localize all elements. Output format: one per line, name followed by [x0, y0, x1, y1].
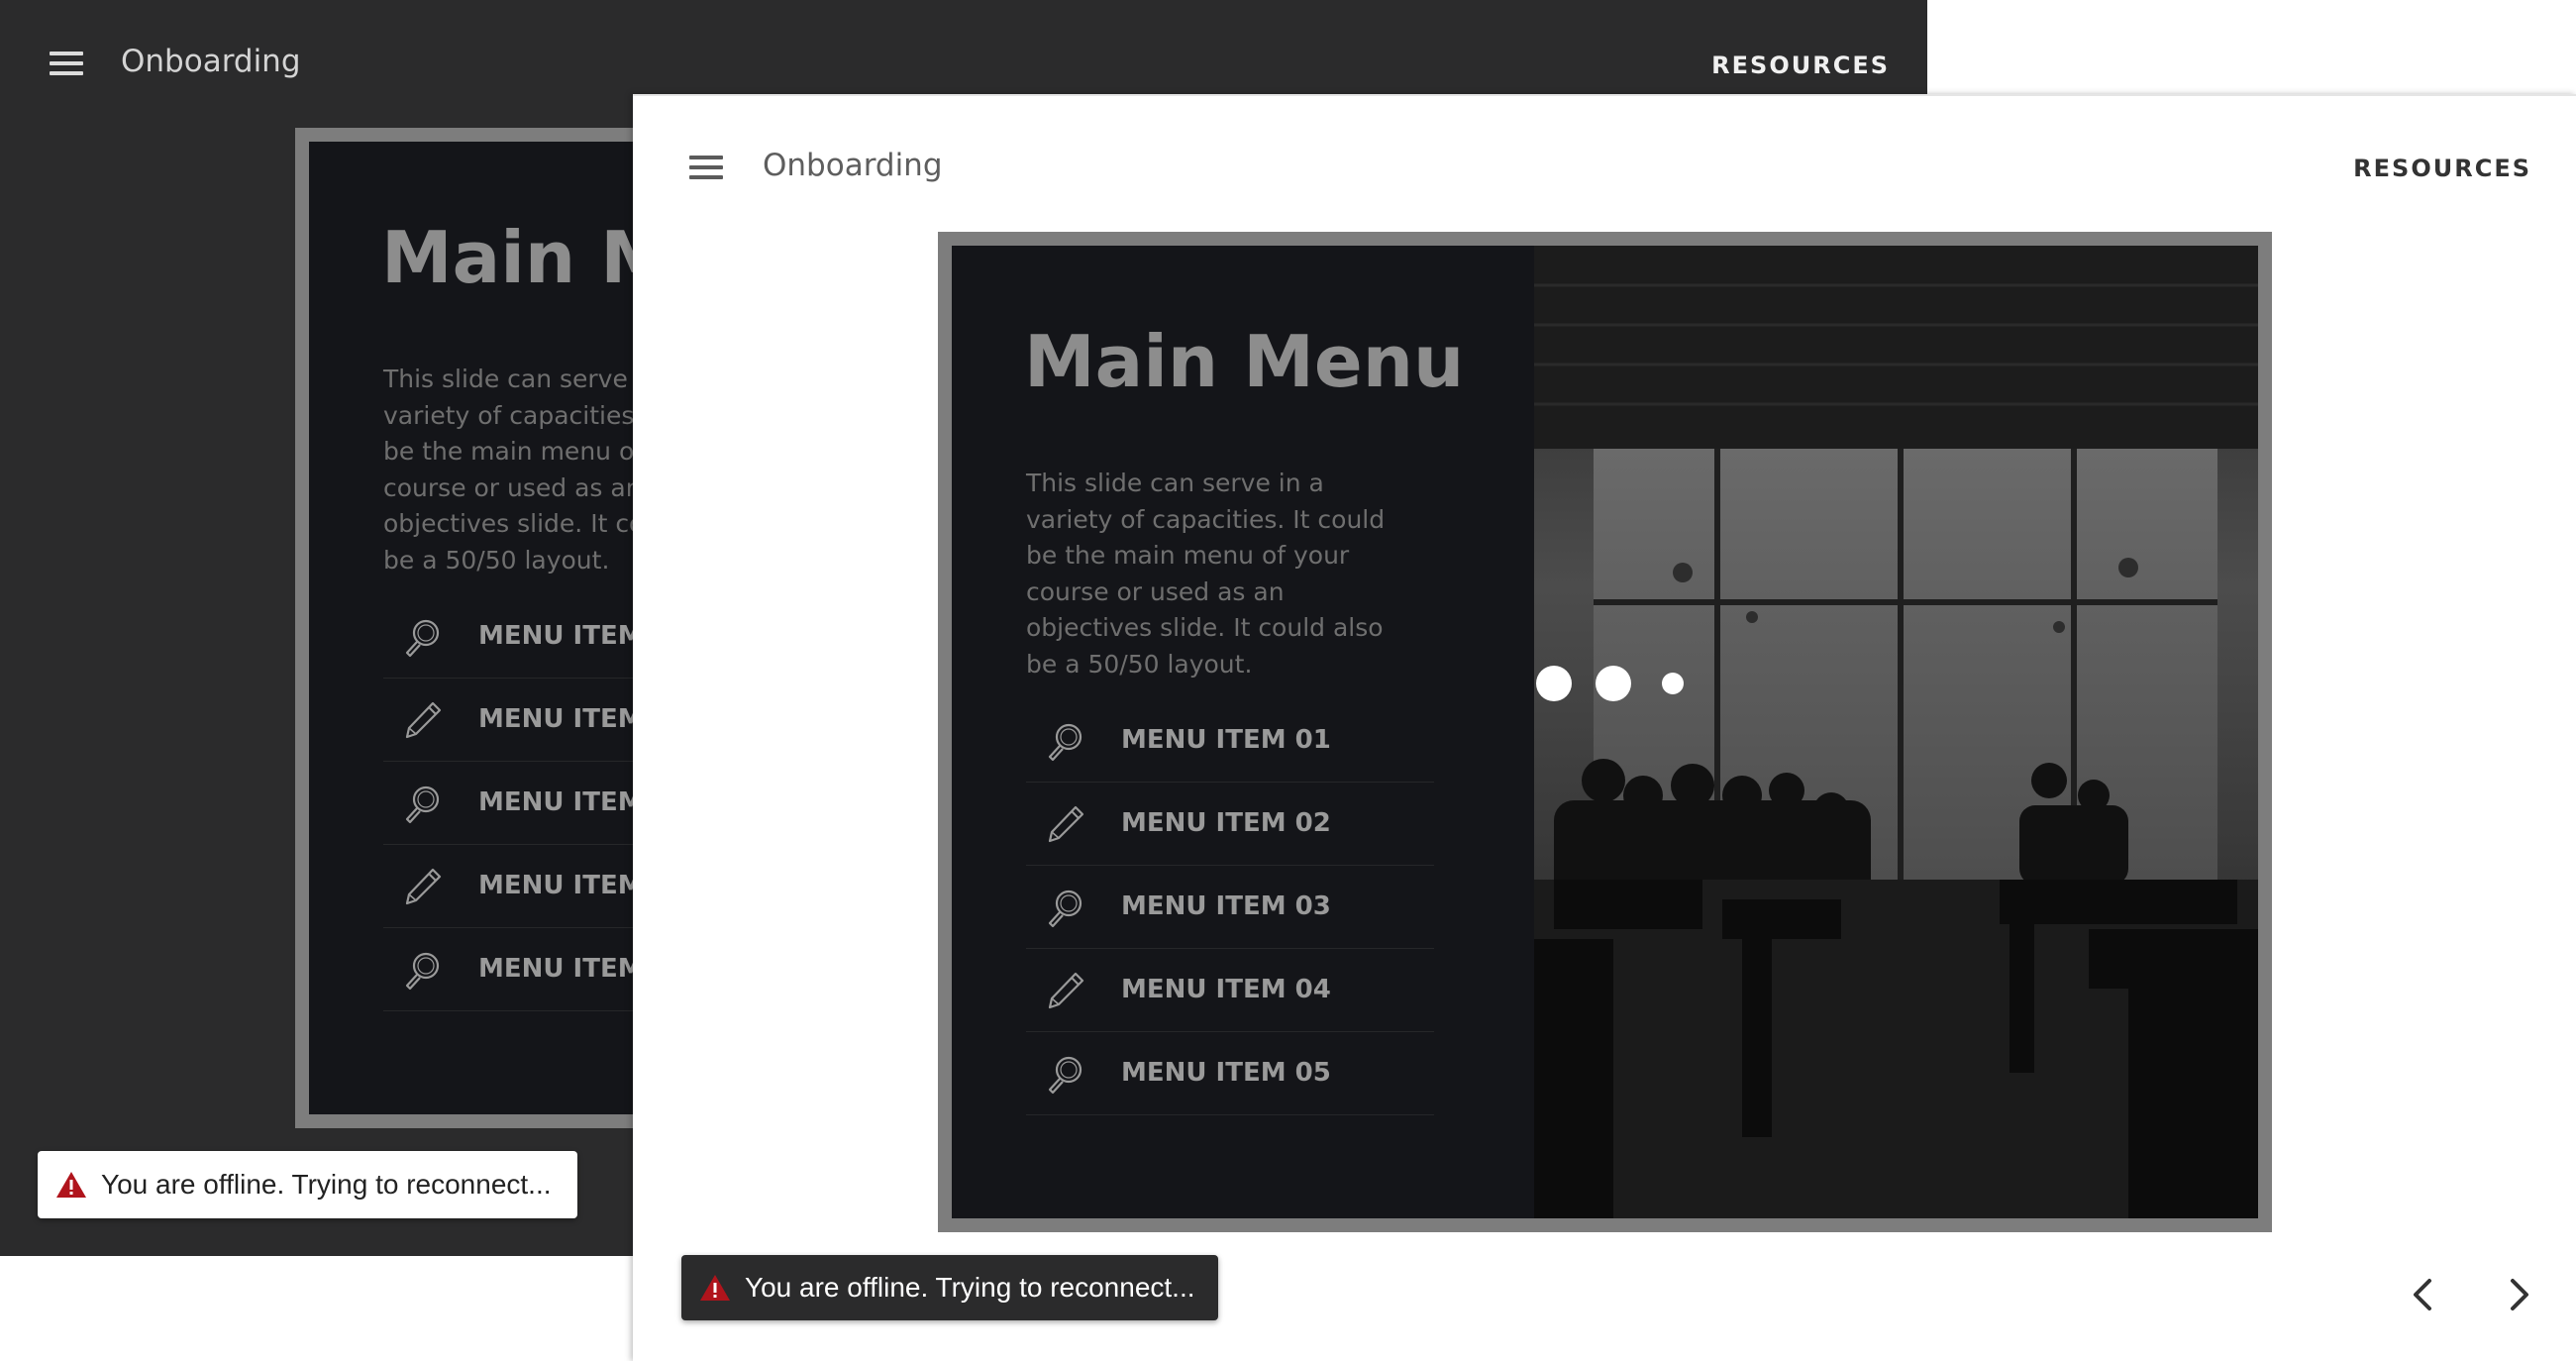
app-title: Onboarding [763, 148, 943, 183]
slide-canvas: Main Menu This slide can serve in a vari… [952, 246, 2258, 1218]
cafe-interior-photo [1534, 246, 2258, 1218]
chevron-right-icon[interactable] [2499, 1275, 2538, 1314]
top-bar: Onboarding RESOURCES [633, 96, 2576, 223]
loading-dots-icon [1536, 666, 1684, 701]
offline-toast: You are offline. Trying to reconnect... [681, 1255, 1218, 1320]
menu-item-03[interactable]: MENU ITEM 03 [1026, 866, 1434, 949]
pencil-icon [401, 865, 445, 908]
menu-item-05[interactable]: MENU ITEM 05 [1026, 1032, 1434, 1115]
menu-item-01[interactable]: MENU ITEM 01 [1026, 699, 1434, 783]
menu-list: MENU ITEM 01 MENU ITEM 02 MENU ITEM 03 M… [1026, 699, 1434, 1115]
hamburger-icon[interactable] [689, 156, 723, 181]
offline-toast: You are offline. Trying to reconnect... [38, 1151, 577, 1218]
foreground-app-window: Onboarding RESOURCES Main Menu This slid… [633, 94, 2576, 1361]
hamburger-icon[interactable] [50, 52, 83, 77]
warning-triangle-icon [699, 1273, 731, 1303]
menu-item-label: MENU ITEM 02 [1121, 808, 1331, 838]
offline-message: You are offline. Trying to reconnect... [745, 1272, 1195, 1303]
slide-body-text: This slide can serve in a variety of cap… [1026, 469, 1386, 679]
magnifier-icon [1044, 886, 1087, 929]
menu-item-label: MENU ITEM 05 [1121, 1058, 1331, 1088]
magnifier-icon [401, 615, 445, 659]
chevron-left-icon[interactable] [2404, 1275, 2443, 1314]
menu-item-02[interactable]: MENU ITEM 02 [1026, 783, 1434, 866]
pencil-icon [401, 698, 445, 742]
magnifier-icon [401, 782, 445, 825]
magnifier-icon [401, 948, 445, 992]
resources-button[interactable]: RESOURCES [1711, 52, 1890, 79]
app-title: Onboarding [121, 44, 301, 79]
slide-frame: Main Menu This slide can serve in a vari… [938, 232, 2272, 1232]
menu-item-label: MENU ITEM 01 [1121, 725, 1331, 755]
slide-title: Main Menu [1024, 320, 1465, 403]
offline-message: You are offline. Trying to reconnect... [101, 1169, 552, 1200]
resources-button[interactable]: RESOURCES [2353, 155, 2531, 182]
warning-triangle-icon [55, 1170, 87, 1200]
menu-item-label: MENU ITEM 03 [1121, 891, 1331, 921]
magnifier-icon [1044, 1052, 1087, 1096]
menu-item-04[interactable]: MENU ITEM 04 [1026, 949, 1434, 1032]
menu-item-label: MENU ITEM 04 [1121, 975, 1331, 1004]
slide-text-panel: Main Menu This slide can serve in a vari… [952, 246, 1534, 1218]
pencil-icon [1044, 969, 1087, 1012]
magnifier-icon [1044, 719, 1087, 763]
pencil-icon [1044, 802, 1087, 846]
